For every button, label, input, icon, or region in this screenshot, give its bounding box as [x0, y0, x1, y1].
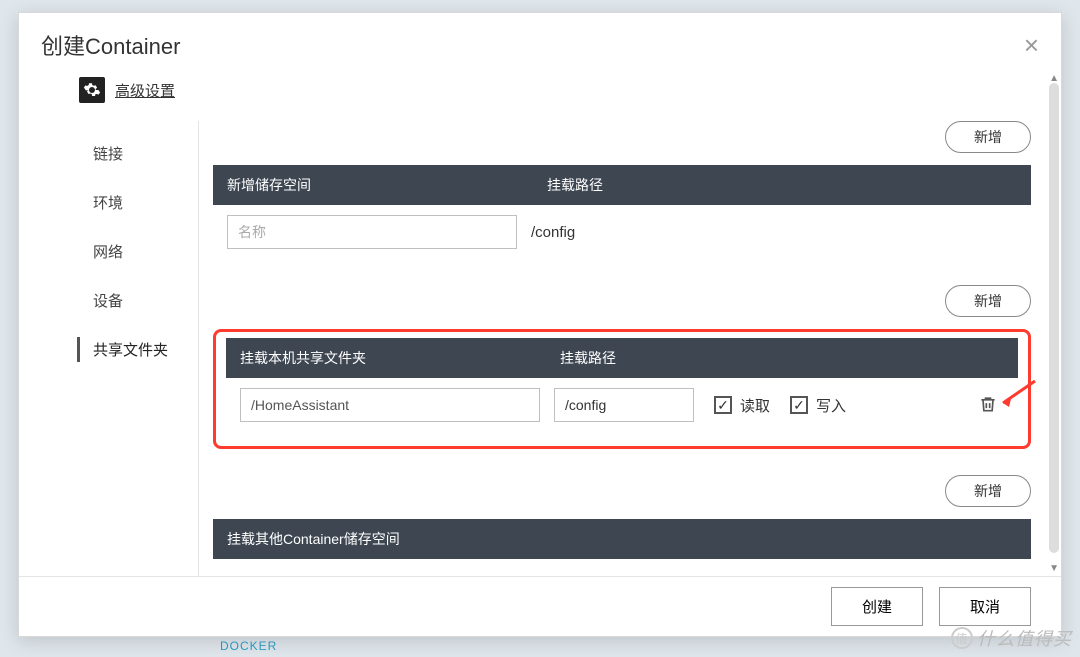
scrollbar-thumb[interactable] — [1049, 83, 1059, 553]
cancel-button[interactable]: 取消 — [939, 587, 1031, 626]
section-storage: 新增 新增储存空间 挂载路径 /config — [213, 121, 1031, 259]
shared-header-folder: 挂载本机共享文件夹 — [226, 338, 546, 378]
storage-table-row: /config — [213, 205, 1031, 259]
add-other-container-button[interactable]: 新增 — [945, 475, 1031, 507]
dialog-title: 创建Container — [41, 29, 180, 61]
read-label: 读取 — [740, 395, 770, 416]
nav-item-env[interactable]: 环境 — [19, 178, 198, 227]
close-icon[interactable]: × — [1024, 32, 1039, 58]
section-shared-folder: 新增 挂载本机共享文件夹 挂载路径 ✓ 读取 — [213, 285, 1031, 449]
write-checkbox[interactable]: ✓ — [790, 396, 808, 414]
section-other-container: 新增 挂载其他Container储存空间 尚无任何数据 — [213, 475, 1031, 576]
shared-folder-input[interactable] — [240, 388, 540, 422]
nav-item-shared-folder[interactable]: 共享文件夹 — [19, 325, 198, 374]
dialog-header: 创建Container × — [19, 13, 1061, 73]
main-panel: 新增 新增储存空间 挂载路径 /config — [199, 121, 1061, 576]
other-empty-text: 尚无任何数据 — [213, 559, 1031, 576]
dialog-footer: 创建 取消 — [19, 576, 1061, 636]
write-checkbox-group: ✓ 写入 — [790, 395, 846, 416]
create-button[interactable]: 创建 — [831, 587, 923, 626]
nav-item-network[interactable]: 网络 — [19, 227, 198, 276]
side-nav: 链接 环境 网络 设备 共享文件夹 — [19, 121, 199, 576]
nav-item-device[interactable]: 设备 — [19, 276, 198, 325]
read-checkbox-group: ✓ 读取 — [714, 395, 770, 416]
write-label: 写入 — [816, 395, 846, 416]
shared-path-input[interactable] — [554, 388, 694, 422]
watermark-text: 什么值得买 — [977, 625, 1072, 651]
shared-table-row: ✓ 读取 ✓ 写入 — [226, 378, 1018, 432]
create-container-dialog: 创建Container × 高级设置 链接 环境 网络 设备 共享文件夹 新 — [18, 12, 1062, 637]
shared-header-mount: 挂载路径 — [546, 338, 1018, 378]
highlight-annotation: 挂载本机共享文件夹 挂载路径 ✓ 读取 ✓ — [213, 329, 1031, 449]
watermark-icon: 值 — [951, 627, 973, 649]
watermark: 值 什么值得买 — [951, 625, 1072, 651]
delete-row-button[interactable] — [978, 394, 998, 417]
shared-table-header: 挂载本机共享文件夹 挂载路径 — [226, 338, 1018, 378]
storage-name-input[interactable] — [227, 215, 517, 249]
advanced-settings-row: 高级设置 — [19, 71, 1061, 121]
dialog-columns: 链接 环境 网络 设备 共享文件夹 新增 新增储存空间 挂载路径 — [19, 121, 1061, 576]
other-header: 挂载其他Container储存空间 — [213, 519, 1031, 559]
storage-header-name: 新增储存空间 — [213, 165, 533, 205]
storage-table-header: 新增储存空间 挂载路径 — [213, 165, 1031, 205]
nav-item-link[interactable]: 链接 — [19, 129, 198, 178]
background-docker-label: DOCKER — [220, 639, 277, 653]
dialog-body: 高级设置 链接 环境 网络 设备 共享文件夹 新增 新增储存空间 挂载路径 — [19, 71, 1061, 576]
advanced-settings-link[interactable]: 高级设置 — [115, 80, 175, 101]
storage-header-mount: 挂载路径 — [533, 165, 1031, 205]
read-checkbox[interactable]: ✓ — [714, 396, 732, 414]
gear-icon — [79, 77, 105, 103]
add-storage-button[interactable]: 新增 — [945, 121, 1031, 153]
storage-mount-value: /config — [517, 224, 575, 241]
other-table-header: 挂载其他Container储存空间 — [213, 519, 1031, 559]
scroll-down-icon[interactable]: ▼ — [1049, 563, 1059, 574]
add-shared-folder-button[interactable]: 新增 — [945, 285, 1031, 317]
